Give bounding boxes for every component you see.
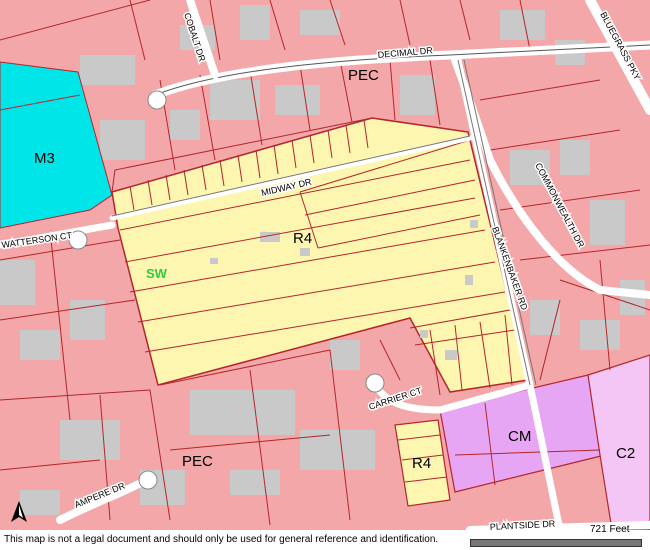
disclaimer-text: This map is not a legal document and sho… [4, 534, 439, 545]
zone-label-sw: SW [146, 266, 168, 281]
zone-label-pec-south: PEC [182, 453, 213, 470]
cul-de-sac-cobalt [147, 90, 167, 110]
zone-label-pec-north: PEC [348, 67, 379, 84]
scale-bar [470, 539, 642, 547]
zoning-map[interactable]: M3 PEC R4 SW PEC R4 CM C2 COBALT DR DECI… [0, 0, 650, 550]
zone-label-m3: M3 [34, 150, 55, 167]
zone-label-c2: C2 [616, 445, 635, 462]
zone-label-r4-south: R4 [412, 455, 431, 472]
cul-de-sac-ampere [138, 470, 158, 490]
zone-label-r4-main: R4 [293, 230, 312, 247]
cul-de-sac-carrier [365, 373, 385, 393]
north-arrow-icon [10, 500, 28, 529]
zone-label-cm: CM [508, 428, 531, 445]
scale-label: 721 Feet [590, 524, 630, 535]
